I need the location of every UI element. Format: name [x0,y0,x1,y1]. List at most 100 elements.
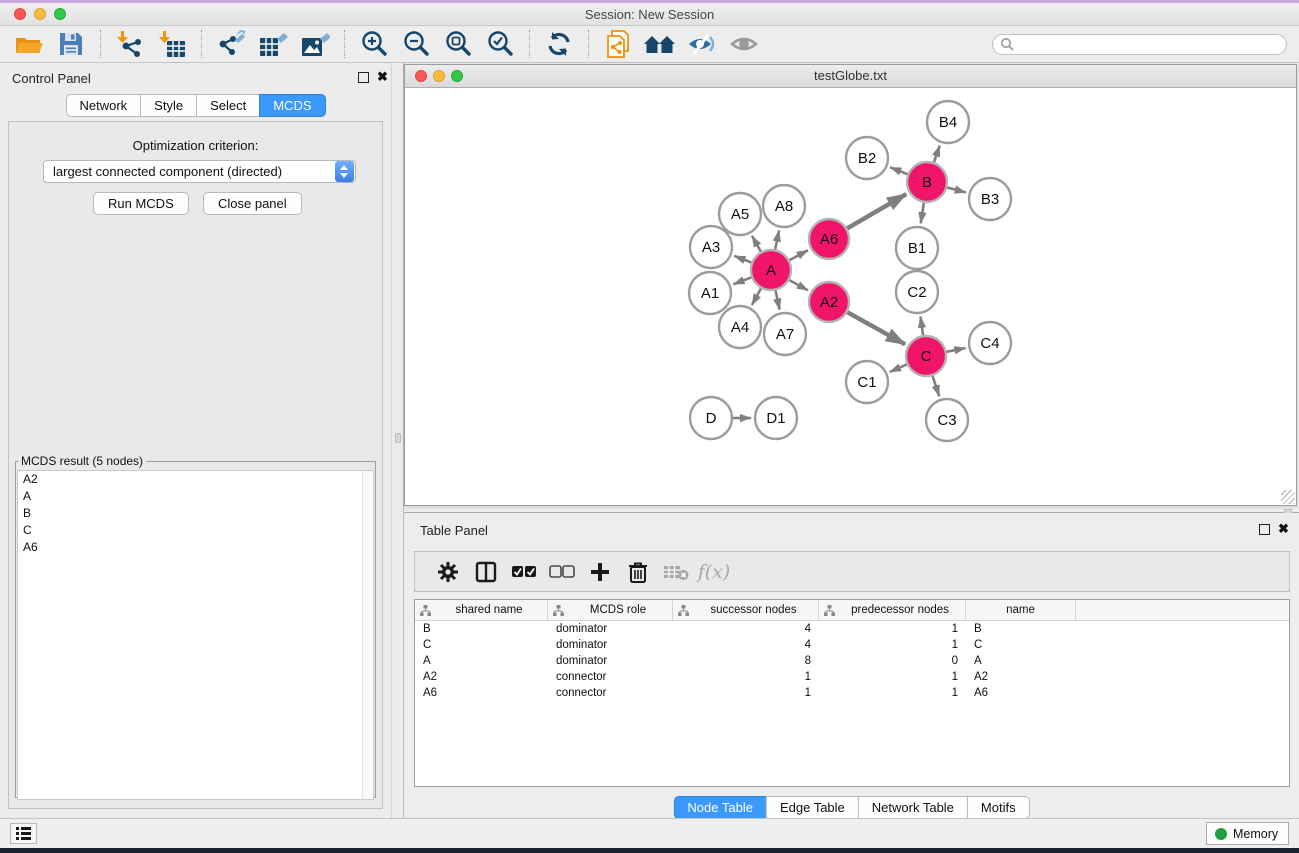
memory-status-button[interactable]: Memory [1206,822,1289,845]
network-window-titlebar[interactable]: testGlobe.txt [405,65,1296,88]
column-header-name[interactable]: name [966,600,1076,620]
import-network-button[interactable] [109,28,151,60]
graph-edge-A-A8[interactable] [775,230,779,249]
graph-edge-C-C1[interactable] [890,364,907,371]
graph-edge-B-B1[interactable] [921,203,924,224]
table-settings-button[interactable] [429,555,467,589]
close-panel-icon[interactable]: ✖ [377,69,388,85]
table-cell[interactable]: A6 [415,685,548,701]
resize-grip-icon[interactable] [1281,490,1295,504]
graph-edge-C-C3[interactable] [933,376,940,396]
maximize-network-window-button[interactable] [451,70,463,82]
vertical-splitter[interactable] [391,63,404,818]
table-cell[interactable]: A2 [966,669,1076,685]
graph-edge-A-A4[interactable] [752,288,761,305]
splitter-handle[interactable] [395,433,401,443]
table-cell[interactable]: 1 [673,669,819,685]
table-cell[interactable]: 1 [819,685,966,701]
table-cell[interactable]: B [966,621,1076,637]
table-cell[interactable]: A6 [966,685,1076,701]
table-cell[interactable]: C [966,637,1076,653]
save-session-button[interactable] [50,28,92,60]
graph-edge-A-A7[interactable] [775,291,779,310]
table-row[interactable]: Adominator80A [415,653,1289,669]
run-mcds-button[interactable]: Run MCDS [93,192,189,215]
deselect-all-columns-button[interactable] [543,555,581,589]
tab-style[interactable]: Style [140,94,197,117]
table-cell[interactable]: 0 [819,653,966,669]
mcds-result-item[interactable]: B [18,505,373,522]
function-builder-button-disabled[interactable]: f(x) [695,555,733,589]
table-cell[interactable]: dominator [548,621,673,637]
close-window-button[interactable] [14,8,26,20]
select-all-columns-button[interactable] [505,555,543,589]
table-cell[interactable]: dominator [548,637,673,653]
mcds-result-list[interactable]: A2ABCA6 [17,470,374,800]
open-session-button[interactable] [8,28,50,60]
network-canvas[interactable]: B4B2BB3A8A5A6A3B1AA1C2A2A4A7C4CC1C3DD1 [405,88,1296,505]
export-table-button[interactable] [252,28,294,60]
export-image-button[interactable] [294,28,336,60]
export-network-button[interactable] [210,28,252,60]
minimize-window-button[interactable] [34,8,46,20]
optimization-criterion-dropdown[interactable]: largest connected component (directed) [43,160,356,183]
tab-motifs[interactable]: Motifs [967,796,1030,819]
table-row[interactable]: Cdominator41C [415,637,1289,653]
search-input[interactable] [992,34,1287,55]
graph-edge-A-A2[interactable] [789,280,808,290]
table-cell[interactable]: 4 [673,637,819,653]
show-all-networks-button[interactable] [639,28,681,60]
maximize-window-button[interactable] [54,8,66,20]
graph-edge-B-B3[interactable] [947,187,966,192]
float-panel-icon[interactable] [1259,524,1270,535]
column-header-MCDS-role[interactable]: MCDS role [548,600,673,620]
table-cell[interactable]: A2 [415,669,548,685]
graph-edge-A-A1[interactable] [733,277,751,284]
tab-network[interactable]: Network [65,94,141,117]
table-cell[interactable]: 1 [819,669,966,685]
show-graphics-details-button[interactable] [723,28,765,60]
table-cell[interactable]: connector [548,685,673,701]
table-cell[interactable]: 1 [819,621,966,637]
show-task-history-button[interactable] [10,823,37,844]
scrollbar-track[interactable] [362,471,373,799]
table-cell[interactable]: dominator [548,653,673,669]
table-cell[interactable]: connector [548,669,673,685]
table-row[interactable]: A2connector11A2 [415,669,1289,685]
tab-edge-table[interactable]: Edge Table [766,796,859,819]
table-row[interactable]: Bdominator41B [415,621,1289,637]
new-network-from-selection-button[interactable] [597,28,639,60]
graph-edge-B-B2[interactable] [890,167,907,174]
tab-node-table[interactable]: Node Table [673,796,767,819]
tab-mcds[interactable]: MCDS [259,94,325,117]
close-panel-button[interactable]: Close panel [203,192,302,215]
table-cell[interactable]: 1 [819,637,966,653]
zoom-out-button[interactable] [395,28,437,60]
table-cell[interactable]: 4 [673,621,819,637]
graph-edge-A6-B[interactable] [847,194,906,228]
delete-table-button-disabled[interactable] [657,555,695,589]
table-cell[interactable]: 1 [673,685,819,701]
graph-edge-B-B4[interactable] [934,146,940,163]
graph-edge-A-A3[interactable] [734,256,751,263]
refresh-view-button[interactable] [538,28,580,60]
mcds-result-item[interactable]: A2 [18,471,373,488]
column-header-shared-name[interactable]: shared name [415,600,548,620]
mcds-result-item[interactable]: A [18,488,373,505]
tab-select[interactable]: Select [196,94,260,117]
table-cell[interactable]: 8 [673,653,819,669]
mcds-result-item[interactable]: A6 [18,539,373,556]
close-panel-icon[interactable]: ✖ [1278,521,1289,537]
zoom-in-button[interactable] [353,28,395,60]
graph-edge-A2-C[interactable] [847,312,905,344]
create-new-column-button[interactable] [581,555,619,589]
import-table-button[interactable] [151,28,193,60]
zoom-selected-button[interactable] [479,28,521,60]
table-cell[interactable]: B [415,621,548,637]
table-row[interactable]: A6connector11A6 [415,685,1289,701]
hide-graphics-details-button[interactable] [681,28,723,60]
float-panel-icon[interactable] [358,72,369,83]
minimize-network-window-button[interactable] [433,70,445,82]
table-cell[interactable]: A [415,653,548,669]
graph-edge-A-A5[interactable] [752,236,761,252]
